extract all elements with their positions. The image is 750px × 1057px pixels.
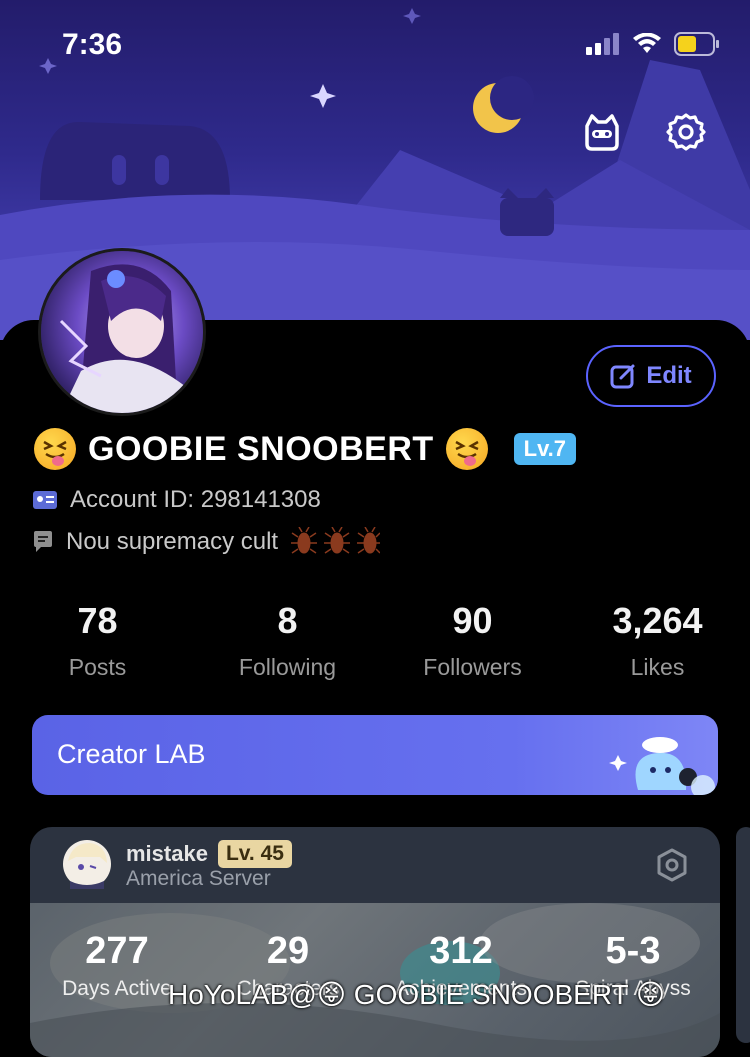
edit-label: Edit xyxy=(646,362,692,389)
cellular-signal-icon xyxy=(586,33,619,55)
battery-icon xyxy=(674,32,719,56)
game-stat-value: 277 xyxy=(85,930,149,972)
avatar-image xyxy=(41,251,203,413)
next-card-peek[interactable] xyxy=(736,827,750,1043)
watermark: HoYoLAB@😝 GOOBIE SNOOBERT 😝 xyxy=(168,979,666,1010)
stat-label: Following xyxy=(238,654,337,680)
game-stat-value: 312 xyxy=(429,930,493,972)
cockroach-emoji-icon xyxy=(291,527,381,554)
game-level-badge: Lv. 45 xyxy=(217,840,292,868)
stat-value: 3,264 xyxy=(612,600,703,641)
speech-bubble-icon xyxy=(34,531,52,552)
creator-lab-mascot-icon xyxy=(609,737,715,795)
stat-posts[interactable]: 78 Posts xyxy=(0,600,195,681)
bio-text: Nou supremacy cult xyxy=(66,528,279,555)
game-stat-value: 29 xyxy=(266,930,310,972)
status-time: 7:36 xyxy=(62,28,123,61)
mascot-helper-button[interactable] xyxy=(578,108,626,156)
game-avatar xyxy=(63,840,111,889)
creator-lab-banner[interactable]: Creator LAB xyxy=(32,715,718,795)
edit-profile-button[interactable]: Edit xyxy=(586,345,716,407)
id-card-icon xyxy=(33,491,57,509)
stat-value: 78 xyxy=(77,600,118,641)
stat-label: Followers xyxy=(423,654,522,680)
avatar[interactable] xyxy=(38,248,206,416)
stat-followers[interactable]: 90 Followers xyxy=(380,600,565,681)
game-stat-value: 5-3 xyxy=(605,930,661,972)
edit-icon xyxy=(610,364,635,389)
profile-name: GOOBIE SNOOBERT xyxy=(88,429,434,468)
wifi-icon xyxy=(633,33,661,53)
creator-lab-label: Creator LAB xyxy=(57,739,206,769)
tongue-out-emoji-icon xyxy=(445,428,488,470)
status-icons xyxy=(586,32,720,56)
level-badge: Lv.7 xyxy=(513,433,577,465)
stat-label: Posts xyxy=(68,654,127,680)
gear-icon xyxy=(666,113,706,151)
game-settings-icon[interactable] xyxy=(655,848,689,882)
account-id: Account ID: 298141308 xyxy=(70,486,321,513)
profile-name-row: GOOBIE SNOOBERT Lv.7 xyxy=(34,428,577,470)
settings-button[interactable] xyxy=(662,108,710,156)
account-id-row: Account ID: 298141308 xyxy=(32,486,321,514)
stat-following[interactable]: 8 Following xyxy=(195,600,380,681)
stat-likes[interactable]: 3,264 Likes xyxy=(565,600,750,681)
game-server: America Server xyxy=(126,867,271,890)
profile-stats: 78 Posts 8 Following 90 Followers 3,264 … xyxy=(0,600,750,681)
stat-value: 8 xyxy=(277,600,298,641)
stat-value: 90 xyxy=(452,600,493,641)
bio-row: Nou supremacy cult xyxy=(32,527,381,557)
mascot-helper-icon xyxy=(585,114,619,151)
game-nickname: mistake xyxy=(126,841,208,866)
stat-label: Likes xyxy=(630,654,685,680)
tongue-out-emoji-icon xyxy=(34,428,76,470)
game-nickname-row: mistake Lv. 45 xyxy=(126,840,292,868)
